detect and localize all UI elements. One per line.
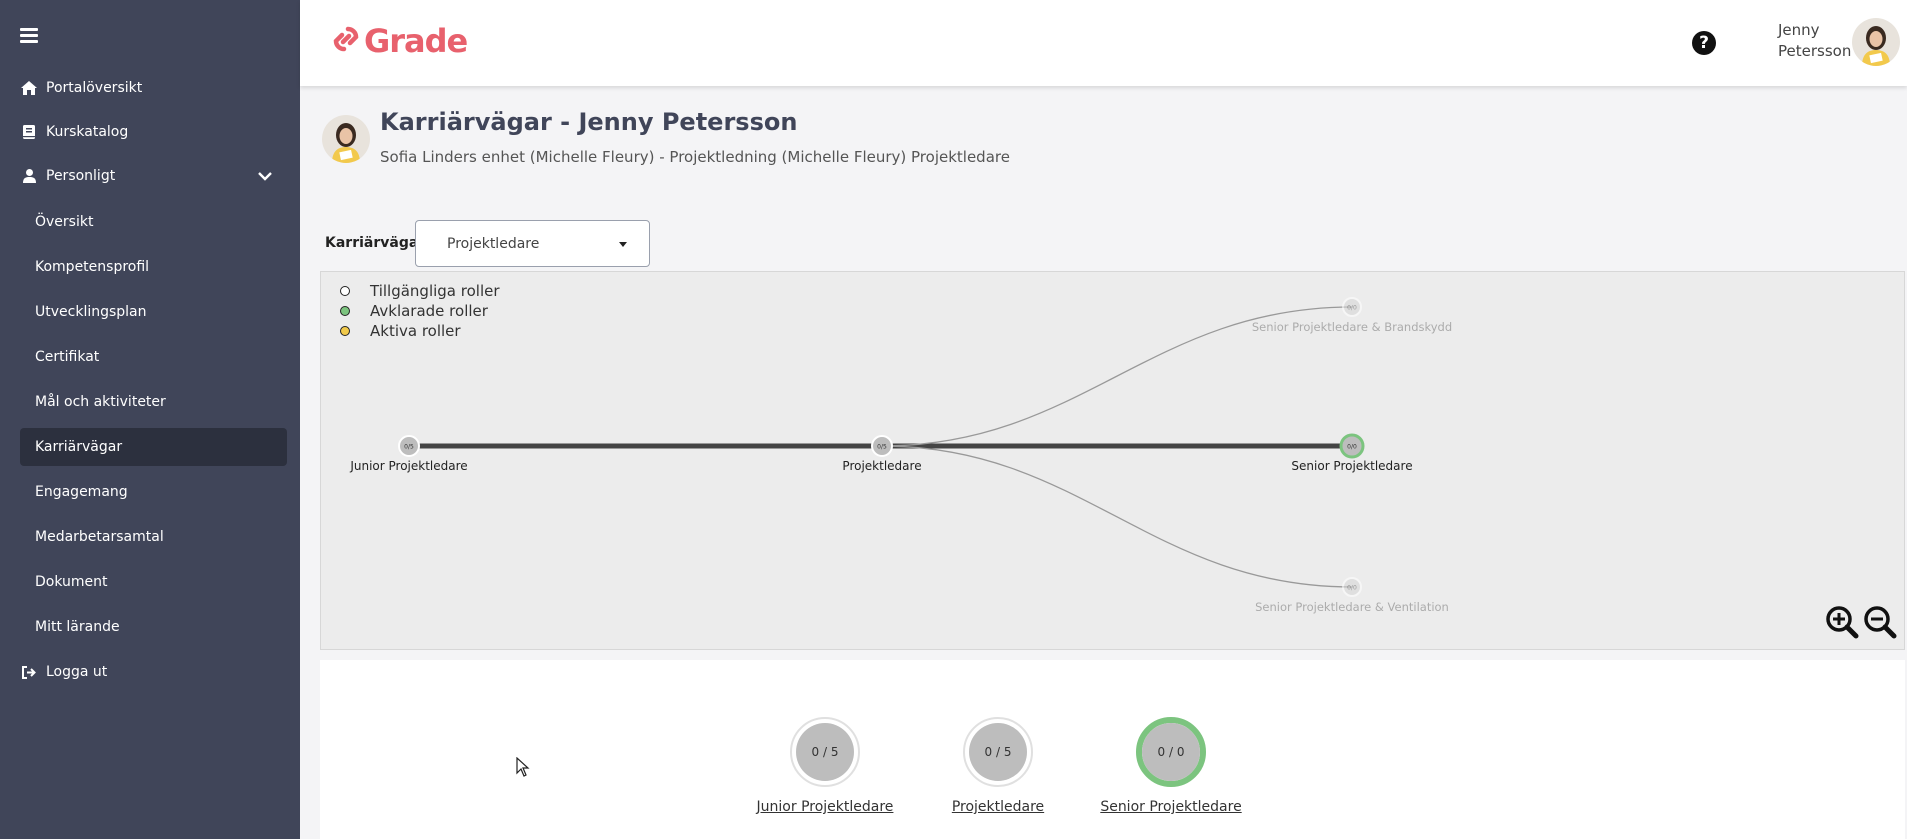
profile-avatar xyxy=(322,115,370,163)
graph-node-senior-fire-safety[interactable]: 0/0 Senior Projektledare & Brandskydd xyxy=(1252,297,1452,334)
graph-node-label: Senior Projektledare & Ventilation xyxy=(1255,600,1449,614)
zoom-in-icon[interactable] xyxy=(1825,605,1859,639)
sidebar: Portalöversikt Kurskatalog Personligt Öv… xyxy=(0,0,300,839)
logo-text: Grade xyxy=(364,22,468,60)
home-icon xyxy=(20,79,38,97)
graph-node-senior-project-manager[interactable]: 0/0 Senior Projektledare xyxy=(1291,433,1413,473)
graph-node-label: Senior Projektledare & Brandskydd xyxy=(1252,320,1452,334)
sidebar-item-label: Dokument xyxy=(35,574,108,590)
sidebar-item-label: Mål och aktiviteter xyxy=(35,394,166,410)
sidebar-item-label: Logga ut xyxy=(46,664,108,680)
user-first-name: Jenny xyxy=(1778,21,1820,39)
sidebar-item-label: Portalöversikt xyxy=(46,80,143,96)
sidebar-item-label: Kompetensprofil xyxy=(35,259,150,275)
roles-panel: 0 / 5 Junior Projektledare 0 / 5 Projekt… xyxy=(320,660,1905,839)
graph-node-label: Junior Projektledare xyxy=(349,459,467,473)
chevron-down-icon[interactable] xyxy=(258,169,272,185)
role-progress-value: 0 / 5 xyxy=(969,723,1027,781)
sidebar-item-development-plan[interactable]: Utvecklingsplan xyxy=(20,293,287,331)
user-name[interactable]: Jenny Petersson xyxy=(1778,20,1851,62)
page-title: Karriärvägar - Jenny Petersson xyxy=(380,108,798,136)
role-link[interactable]: Junior Projektledare xyxy=(757,799,894,815)
career-path-select[interactable]: Projektledare xyxy=(415,220,650,267)
sidebar-item-my-learning[interactable]: Mitt lärande xyxy=(20,608,287,646)
help-icon[interactable]: ? xyxy=(1692,31,1716,55)
role-progress-ring[interactable]: 0 / 5 xyxy=(963,717,1033,787)
role-progress-ring[interactable]: 0 / 5 xyxy=(790,717,860,787)
zoom-out-icon[interactable] xyxy=(1863,605,1897,639)
role-card-project-manager: 0 / 5 Projektledare xyxy=(918,717,1078,815)
sidebar-item-label: Kurskatalog xyxy=(46,124,129,140)
sidebar-item-documents[interactable]: Dokument xyxy=(20,563,287,601)
sidebar-item-personal[interactable]: Personligt xyxy=(20,158,288,194)
career-graph[interactable]: 0/5 Junior Projektledare 0/5 Projektleda… xyxy=(321,272,1906,651)
graph-node-project-manager[interactable]: 0/5 Projektledare xyxy=(842,435,922,473)
sidebar-item-label: Personligt xyxy=(46,168,116,184)
graph-node-badge: 0/0 xyxy=(1347,305,1357,312)
role-card-junior-project-manager: 0 / 5 Junior Projektledare xyxy=(745,717,905,815)
sidebar-item-engagement[interactable]: Engagemang xyxy=(20,473,287,511)
mouse-cursor-icon xyxy=(516,756,530,781)
graph-node-label: Senior Projektledare xyxy=(1291,459,1412,473)
link-icon xyxy=(330,23,362,59)
book-icon xyxy=(20,123,38,141)
grade-logo[interactable]: Grade xyxy=(330,22,468,60)
role-progress-value: 0 / 0 xyxy=(1142,723,1200,781)
sidebar-item-logout[interactable]: Logga ut xyxy=(20,654,288,690)
user-last-name: Petersson xyxy=(1778,42,1852,60)
page-subtitle: Sofia Linders enhet (Michelle Fleury) - … xyxy=(380,148,1010,166)
sidebar-item-label: Karriärvägar xyxy=(35,439,123,455)
user-icon xyxy=(20,167,38,185)
help-glyph: ? xyxy=(1699,33,1709,53)
role-link[interactable]: Projektledare xyxy=(952,799,1044,815)
role-card-senior-project-manager: 0 / 0 Senior Projektledare xyxy=(1091,717,1251,815)
graph-node-label: Projektledare xyxy=(842,459,921,473)
sidebar-item-competence-profile[interactable]: Kompetensprofil xyxy=(20,248,287,286)
graph-node-badge: 0/0 xyxy=(1347,585,1357,592)
graph-edge xyxy=(881,445,1353,588)
sidebar-item-employee-talks[interactable]: Medarbetarsamtal xyxy=(20,518,287,556)
career-path-select-value: Projektledare xyxy=(447,236,540,252)
graph-node-badge: 0/0 xyxy=(1347,444,1357,451)
sidebar-item-label: Engagemang xyxy=(35,484,128,500)
sidebar-item-label: Översikt xyxy=(35,214,94,230)
avatar[interactable] xyxy=(1852,18,1900,66)
career-graph-panel[interactable]: Tillgängliga roller Avklarade roller Akt… xyxy=(320,271,1905,650)
graph-node-junior-project-manager[interactable]: 0/5 Junior Projektledare xyxy=(349,435,468,473)
menu-icon[interactable] xyxy=(20,28,38,43)
sidebar-item-course-catalog[interactable]: Kurskatalog xyxy=(20,114,288,150)
role-link[interactable]: Senior Projektledare xyxy=(1100,799,1241,815)
sidebar-item-certificates[interactable]: Certifikat xyxy=(20,338,287,376)
role-progress-ring[interactable]: 0 / 0 xyxy=(1136,717,1206,787)
sidebar-item-label: Mitt lärande xyxy=(35,619,120,635)
graph-node-senior-ventilation[interactable]: 0/0 Senior Projektledare & Ventilation xyxy=(1255,577,1449,614)
sidebar-item-career-paths[interactable]: Karriärvägar xyxy=(20,428,287,466)
role-progress-value: 0 / 5 xyxy=(796,723,854,781)
sidebar-item-label: Certifikat xyxy=(35,349,100,365)
caret-down-icon xyxy=(619,242,627,247)
top-header: Grade ? Jenny Petersson xyxy=(300,0,1907,86)
graph-node-badge: 0/5 xyxy=(404,444,414,451)
sidebar-item-label: Medarbetarsamtal xyxy=(35,529,164,545)
logout-icon xyxy=(20,663,38,681)
sidebar-item-portal-overview[interactable]: Portalöversikt xyxy=(20,70,288,106)
sidebar-item-overview[interactable]: Översikt xyxy=(20,203,287,241)
sidebar-item-label: Utvecklingsplan xyxy=(35,304,147,320)
sidebar-item-goals[interactable]: Mål och aktiviteter xyxy=(20,383,287,421)
graph-node-badge: 0/5 xyxy=(877,444,887,451)
